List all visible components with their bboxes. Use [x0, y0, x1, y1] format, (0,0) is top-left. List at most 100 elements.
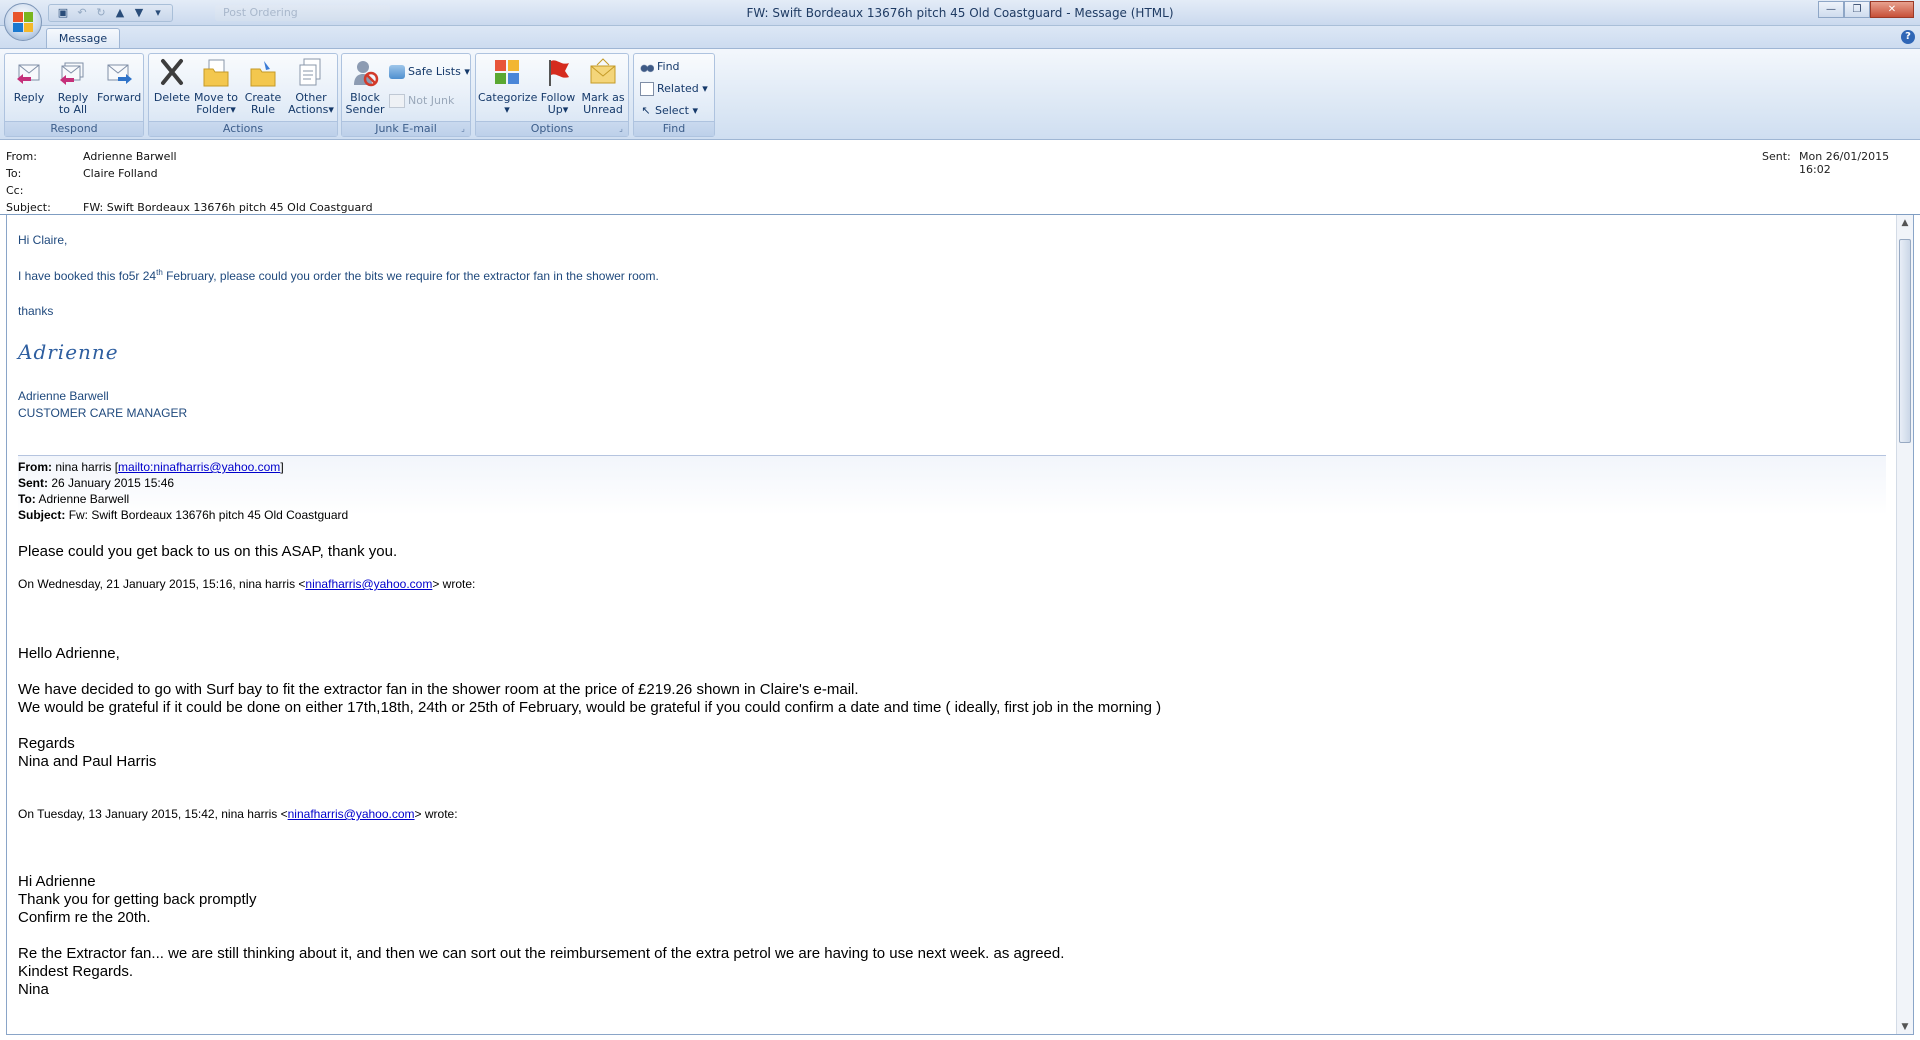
- binoculars-icon: [640, 60, 654, 74]
- group-label-junk-email: Junk E-mail: [342, 121, 470, 136]
- quick-access-toolbar: ▣ ↶ ↻ ▲ ▼ ▾: [48, 4, 173, 22]
- chevron-down-icon: ▾: [562, 103, 569, 116]
- kindest-regards-line: Kindest Regards.: [18, 963, 134, 980]
- email-link[interactable]: ninafharris@yahoo.com: [305, 577, 432, 591]
- reply-all-button[interactable]: Reply to All: [53, 57, 93, 116]
- select-button[interactable]: ↖ Select ▾: [640, 102, 698, 120]
- group-find: Find Related ▾ ↖ Select ▾ Find: [633, 53, 715, 137]
- fwd-from: From: nina harris [mailto:ninafharris@ya…: [18, 460, 284, 474]
- group-label-find: Find: [634, 121, 714, 136]
- names-line: Nina and Paul Harris: [18, 753, 157, 770]
- not-junk-icon: [389, 94, 405, 108]
- categorize-button[interactable]: Categorize ▾: [478, 57, 537, 116]
- chevron-down-icon: ▾: [692, 104, 698, 117]
- message-body[interactable]: Hi Claire, I have booked this fo5r 24th …: [6, 215, 1914, 1035]
- find-button[interactable]: Find: [640, 58, 680, 76]
- folder-icon: [203, 59, 229, 87]
- thanks-text: thanks: [18, 304, 54, 318]
- group-label-respond: Respond: [5, 121, 143, 136]
- asap-paragraph: Please could you get back to us on this …: [18, 543, 398, 560]
- subject-value: FW: Swift Bordeaux 13676h pitch 45 Old C…: [83, 201, 373, 214]
- group-respond: Reply Reply to All Forward Respond: [4, 53, 144, 137]
- vertical-scrollbar[interactable]: ▲ ▼: [1896, 215, 1913, 1034]
- nina-line: Nina: [18, 981, 49, 998]
- related-icon: [640, 82, 654, 96]
- move-to-folder-button[interactable]: Move to Folder▾: [193, 57, 239, 116]
- from-label: From:: [6, 150, 37, 163]
- from-value[interactable]: Adrienne Barwell: [83, 150, 177, 163]
- follow-up-button[interactable]: Follow Up▾: [538, 57, 578, 116]
- booking-line: I have booked this fo5r 24th February, p…: [18, 268, 659, 283]
- rule-icon: [250, 61, 276, 87]
- title-bar: FW: Swift Bordeaux 13676h pitch 45 Old C…: [0, 0, 1920, 26]
- hello-line: Hello Adrienne,: [18, 645, 120, 662]
- ribbon-tab-row: Message: [0, 26, 1920, 49]
- categorize-icon: [495, 60, 519, 84]
- customize-toolbar-icon[interactable]: ▾: [150, 6, 166, 20]
- save-icon[interactable]: ▣: [55, 6, 71, 20]
- related-button[interactable]: Related ▾: [640, 80, 708, 98]
- delete-icon: [161, 59, 183, 85]
- forward-icon: [107, 64, 132, 84]
- maximize-button[interactable]: ❐: [1844, 1, 1870, 18]
- fwd-from-mailto-link[interactable]: mailto:ninafharris@yahoo.com: [118, 460, 280, 474]
- safe-lists-icon: [389, 65, 405, 79]
- dialog-launcher-icon[interactable]: ⌟: [458, 124, 468, 134]
- reply-icon: [17, 64, 40, 84]
- delete-button[interactable]: Delete: [153, 57, 191, 104]
- sent-label: Sent:: [1762, 150, 1791, 163]
- dialog-launcher-icon[interactable]: ⌟: [616, 124, 626, 134]
- other-actions-icon: [299, 58, 321, 86]
- chevron-down-icon: ▾: [504, 103, 510, 116]
- fwd-subject: Subject: Fw: Swift Bordeaux 13676h pitch…: [18, 508, 349, 522]
- flag-icon: [549, 60, 569, 86]
- forward-button[interactable]: Forward: [97, 57, 141, 104]
- previous-item-icon[interactable]: ▲: [112, 6, 128, 20]
- tab-message[interactable]: Message: [46, 28, 120, 49]
- scrollbar-thumb[interactable]: [1899, 239, 1911, 443]
- safe-lists-button[interactable]: Safe Lists ▾: [389, 63, 470, 81]
- group-junk-email: Block Sender Safe Lists ▾ Not Junk Junk E…: [341, 53, 471, 137]
- email-link[interactable]: ninafharris@yahoo.com: [288, 807, 415, 821]
- forwarded-header: From: nina harris [mailto:ninafharris@ya…: [18, 455, 1886, 522]
- fwd-sent: Sent: 26 January 2015 15:46: [18, 476, 175, 490]
- quote-line-1: On Wednesday, 21 January 2015, 15:16, ni…: [18, 577, 476, 591]
- signature-title: CUSTOMER CARE MANAGER: [18, 406, 188, 420]
- minimize-button[interactable]: —: [1818, 1, 1844, 18]
- greeting: Hi Claire,: [18, 233, 68, 247]
- scroll-up-icon[interactable]: ▲: [1899, 217, 1911, 229]
- window-controls: — ❐ ✕: [1818, 1, 1914, 18]
- help-icon[interactable]: ?: [1901, 30, 1915, 44]
- signature-name: Adrienne Barwell: [18, 389, 109, 403]
- undo-icon[interactable]: ↶: [74, 6, 90, 20]
- hi-line: Hi Adrienne: [18, 873, 96, 890]
- office-button[interactable]: [4, 3, 42, 41]
- redo-icon[interactable]: ↻: [93, 6, 109, 20]
- chevron-down-icon: ▾: [702, 82, 708, 95]
- next-item-icon[interactable]: ▼: [131, 6, 147, 20]
- fwd-to: To: Adrienne Barwell: [18, 492, 130, 506]
- dates-paragraph: We would be grateful if it could be done…: [18, 699, 1162, 716]
- message-header: From: Adrienne Barwell To: Claire Follan…: [0, 141, 1920, 215]
- thank-you-line: Thank you for getting back promptly: [18, 891, 257, 908]
- group-label-actions: Actions: [149, 121, 337, 136]
- scroll-down-icon[interactable]: ▼: [1899, 1021, 1911, 1033]
- office-logo-icon: [13, 12, 33, 32]
- extractor-paragraph: Re the Extractor fan... we are still thi…: [18, 945, 1065, 962]
- close-button[interactable]: ✕: [1870, 1, 1914, 18]
- reply-button[interactable]: Reply: [9, 57, 49, 104]
- sent-value: Mon 26/01/2015 16:02: [1799, 150, 1890, 176]
- cursor-icon: ↖: [641, 104, 651, 117]
- create-rule-button[interactable]: Create Rule: [243, 57, 283, 116]
- background-window-title: Post Ordering: [215, 5, 390, 21]
- to-value[interactable]: Claire Folland: [83, 167, 158, 180]
- quote-line-2: On Tuesday, 13 January 2015, 15:42, nina…: [18, 807, 458, 821]
- mark-as-unread-button[interactable]: Mark as Unread: [580, 57, 626, 116]
- chevron-down-icon: ▾: [230, 103, 236, 116]
- not-junk-button[interactable]: Not Junk: [389, 92, 454, 110]
- other-actions-button[interactable]: Other Actions▾: [287, 57, 335, 116]
- block-sender-button[interactable]: Block Sender: [345, 57, 385, 116]
- subject-label: Subject:: [6, 201, 51, 214]
- message-window: FW: Swift Bordeaux 13676h pitch 45 Old C…: [0, 0, 1920, 1040]
- group-actions: Delete Move to Folder▾ Create Rule Other Ac…: [148, 53, 338, 137]
